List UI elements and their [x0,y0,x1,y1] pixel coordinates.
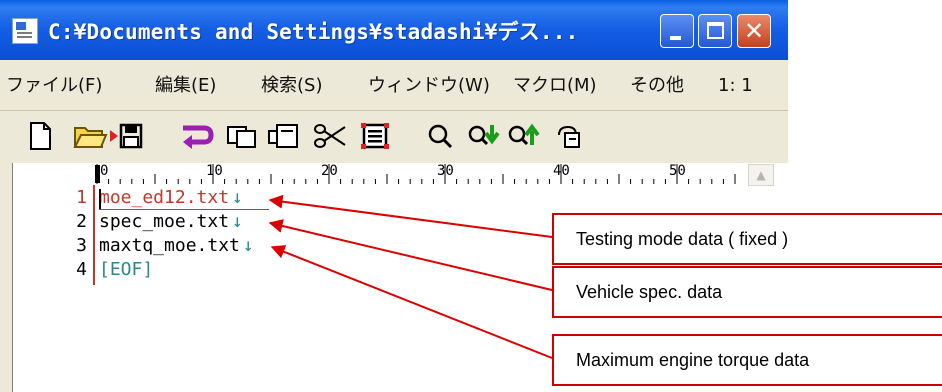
arrow-max-torque [270,245,553,359]
callout-testing-mode: Testing mode data ( fixed ) [552,213,942,265]
callout-text: Vehicle spec. data [576,282,723,302]
callout-text: Testing mode data ( fixed ) [576,229,789,249]
arrow-testing-mode [268,194,553,238]
callout-vehicle-spec: Vehicle spec. data [552,266,942,318]
arrow-vehicle-spec [268,219,553,291]
callout-text: Maximum engine torque data [576,350,810,370]
callout-max-torque: Maximum engine torque data [552,334,942,386]
